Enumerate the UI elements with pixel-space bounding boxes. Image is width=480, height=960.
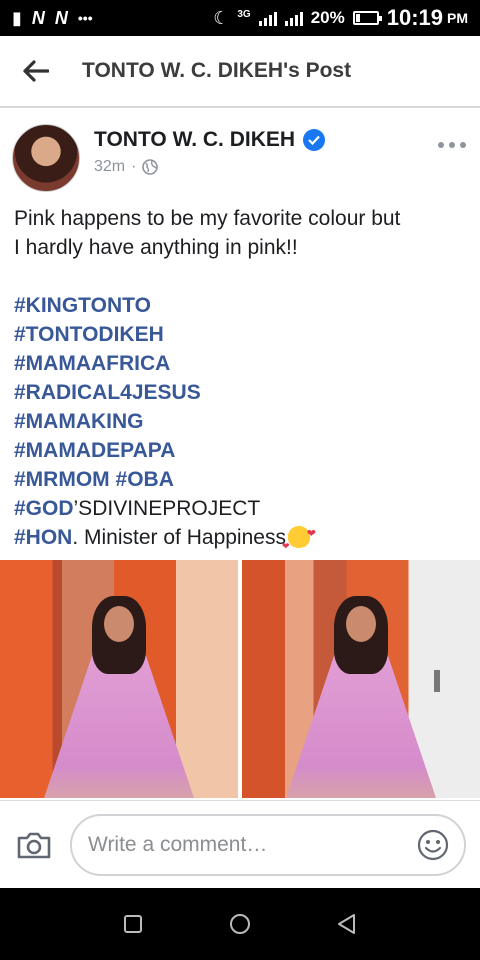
back-button[interactable] — [0, 35, 72, 107]
signal-icon — [258, 10, 277, 26]
post-text-divineproject: ’SDIVINEPROJECT — [73, 497, 261, 520]
post-photos — [0, 560, 480, 798]
app-icon-n2: N — [54, 7, 68, 28]
recents-icon — [124, 915, 143, 933]
status-bar: ▮ N N ••• ☾ 3G 20% 10:19 PM — [0, 0, 480, 36]
app-icon-n1: N — [31, 7, 45, 28]
smiley-icon — [417, 829, 449, 860]
author-name[interactable]: TONTO W. C. DIKEH — [94, 128, 295, 152]
page-title: TONTO W. C. DIKEH's Post — [82, 59, 352, 82]
notification-icon: ▮ — [12, 7, 22, 28]
photo-subject — [44, 588, 194, 798]
network-label: 3G — [237, 8, 251, 20]
hashtag-mamadepapa[interactable]: #MAMADEPAPA — [14, 439, 175, 462]
hashtag-oba[interactable]: #OBA — [116, 468, 174, 491]
hashtag-radical4jesus[interactable]: #RADICAL4JESUS — [14, 381, 201, 404]
moon-icon: ☾ — [213, 7, 230, 28]
battery-icon — [352, 11, 382, 25]
comment-input-box[interactable] — [70, 813, 466, 876]
author-row: TONTO W. C. DIKEH — [94, 128, 326, 152]
post-text-line-1: Pink happens to be my favorite colour bu… — [14, 207, 401, 230]
meta-separator: · — [131, 158, 137, 175]
post-timestamp[interactable]: 32m — [94, 158, 125, 176]
back-triangle-icon — [337, 914, 355, 934]
post-text: Pink happens to be my favorite colour bu… — [14, 204, 470, 561]
app-header: TONTO W. C. DIKEH's Post — [0, 36, 480, 108]
post-text-line-2: I hardly have anything in pink!! — [14, 236, 298, 259]
back-nav-button[interactable] — [323, 900, 371, 948]
back-arrow-icon — [23, 60, 49, 82]
hashtag-hon[interactable]: #HON — [14, 526, 72, 549]
status-right: ☾ 3G 20% 10:19 PM — [213, 5, 468, 31]
verified-badge-icon — [303, 129, 326, 151]
home-icon — [229, 914, 250, 934]
post-meta: 32m · — [94, 158, 159, 176]
author-avatar[interactable] — [12, 124, 80, 192]
hashtag-kingtonto[interactable]: #KINGTONTO — [14, 294, 151, 317]
hashtag-mrmom[interactable]: #MRMOM — [14, 468, 110, 491]
door-handle — [434, 670, 440, 692]
post-text-minister: . Minister of Happiness — [72, 526, 286, 549]
photo-subject — [286, 588, 436, 798]
hashtag-god[interactable]: #GOD — [14, 497, 74, 520]
signal-icon-2 — [284, 10, 303, 26]
emoji-button[interactable] — [416, 828, 450, 862]
hashtag-mamaafrica[interactable]: #MAMAAFRICA — [14, 352, 170, 375]
comment-bar — [0, 800, 480, 888]
battery-percent: 20% — [310, 8, 345, 27]
more-notifications-icon: ••• — [77, 10, 93, 26]
camera-icon — [17, 832, 51, 858]
hashtag-tontodikeh[interactable]: #TONTODIKEH — [14, 323, 164, 346]
post-options-button[interactable] — [438, 138, 466, 152]
globe-icon — [142, 159, 159, 175]
comment-input[interactable] — [88, 832, 416, 857]
clock-ampm: PM — [447, 10, 468, 26]
status-left: ▮ N N ••• — [12, 8, 93, 29]
post-photo-1[interactable] — [0, 560, 238, 798]
camera-button[interactable] — [14, 825, 54, 865]
hashtag-mamaking[interactable]: #MAMAKING — [14, 410, 144, 433]
post-photo-2[interactable] — [242, 560, 480, 798]
home-button[interactable] — [216, 900, 264, 948]
clock-time: 10:19 — [386, 5, 443, 30]
post-header: TONTO W. C. DIKEH 32m · — [0, 110, 480, 198]
system-nav-bar — [0, 888, 480, 960]
smiling-hearts-emoji-icon — [282, 520, 316, 561]
recents-button[interactable] — [109, 900, 157, 948]
